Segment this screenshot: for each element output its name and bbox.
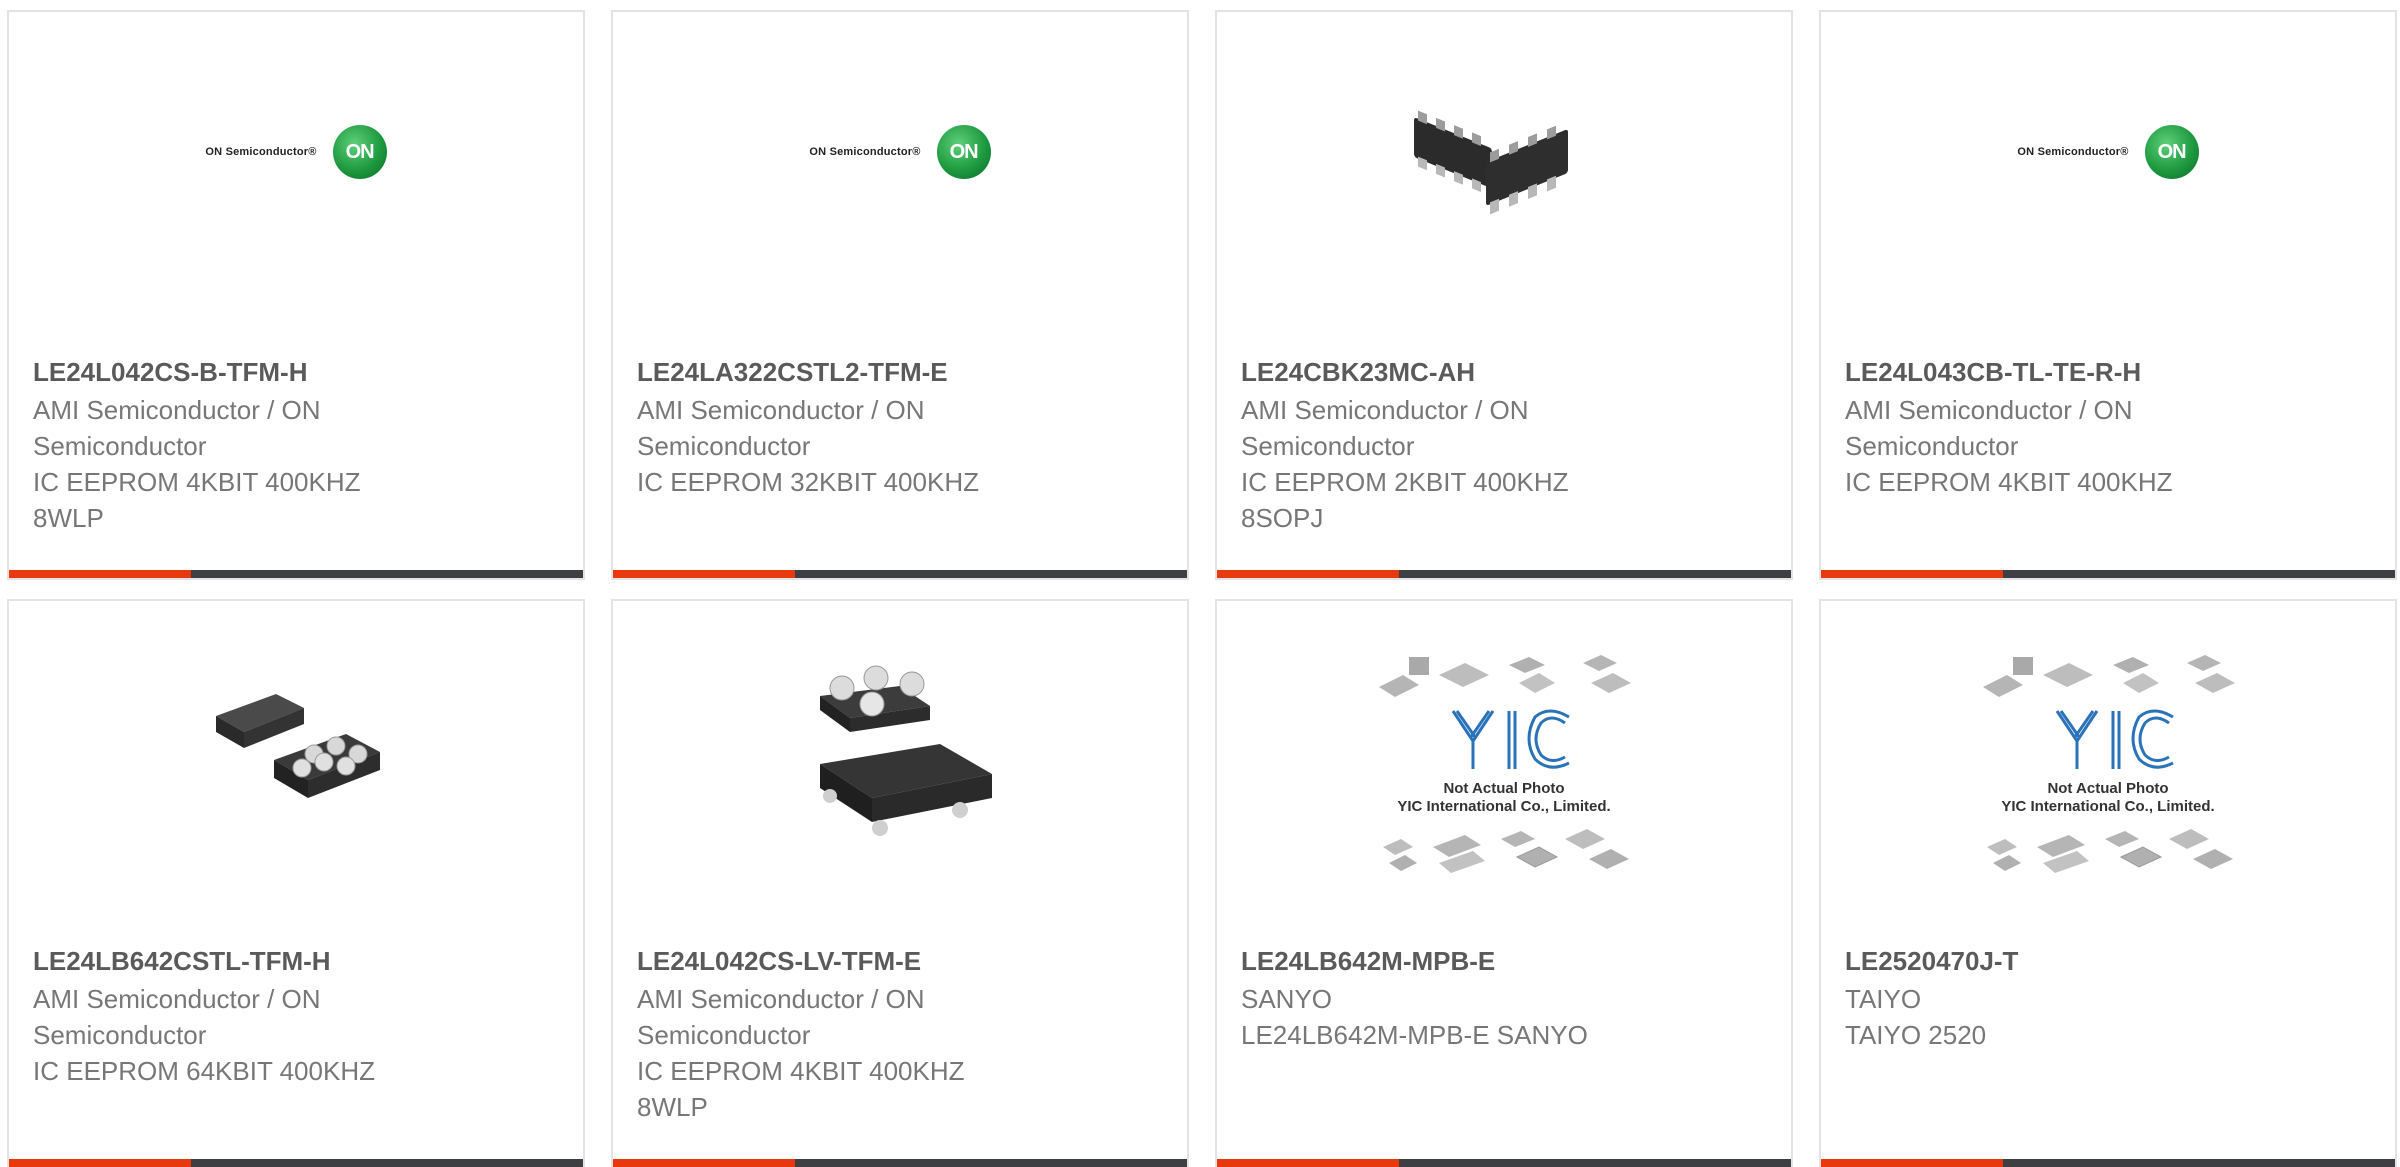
placeholder-line-1: Not Actual Photo: [2047, 780, 2168, 797]
card-accent-bar: [1217, 570, 1399, 578]
description-line-1: IC EEPROM 64KBIT 400KHZ: [33, 1056, 375, 1086]
product-image[interactable]: ON Semiconductor® ON: [9, 12, 583, 352]
product-card[interactable]: Not Actual Photo YIC International Co., …: [1819, 599, 2397, 1167]
product-card[interactable]: ON Semiconductor® ON LE24L042CS-B-TFM-H …: [7, 10, 585, 580]
part-number-link[interactable]: LE24L042CS-B-TFM-H: [33, 354, 559, 390]
manufacturer-line-1: AMI Semiconductor / ON: [637, 984, 925, 1014]
part-number-link[interactable]: LE24L042CS-LV-TFM-E: [637, 943, 1163, 979]
description-line-1: IC EEPROM 4KBIT 400KHZ: [33, 467, 361, 497]
manufacturer-line-1: AMI Semiconductor / ON: [1241, 395, 1529, 425]
product-card[interactable]: LE24LB642CSTL-TFM-H AMI Semiconductor / …: [7, 599, 585, 1167]
card-accent-bar: [613, 570, 795, 578]
product-card[interactable]: Not Actual Photo YIC International Co., …: [1215, 599, 1793, 1167]
manufacturer-line-2: Semiconductor: [637, 1020, 811, 1050]
card-accent-bar: [613, 1159, 795, 1167]
card-accent-bar: [1821, 570, 2003, 578]
product-image[interactable]: ON Semiconductor® ON: [1821, 12, 2395, 352]
description-line-1: TAIYO 2520: [1845, 1020, 1987, 1050]
card-accent-bar: [1217, 1159, 1399, 1167]
on-logo-mark: ON: [332, 125, 387, 179]
description-line-2: 8SOPJ: [1241, 503, 1324, 533]
card-accent-bar: [1821, 1159, 2003, 1167]
product-card[interactable]: ON Semiconductor® ON LE24LA322CSTL2-TFM-…: [611, 10, 1189, 580]
on-semiconductor-logo: ON Semiconductor® ON: [205, 125, 387, 179]
product-card[interactable]: LE24L042CS-LV-TFM-E AMI Semiconductor / …: [611, 599, 1189, 1167]
on-semiconductor-logo: ON Semiconductor® ON: [2017, 125, 2199, 179]
card-bottom-bar: [9, 570, 583, 578]
description-line-1: IC EEPROM 4KBIT 400KHZ: [637, 1056, 965, 1086]
part-number-link[interactable]: LE24LA322CSTL2-TFM-E: [637, 354, 1163, 390]
on-logo-mark: ON: [2144, 125, 2199, 179]
soic-chip-icon: [1404, 67, 1604, 267]
description-line-2: 8WLP: [637, 1092, 708, 1122]
wlp-chip-icon: [196, 656, 396, 856]
card-bottom-bar: [1821, 1159, 2395, 1167]
manufacturer-line-2: Semiconductor: [637, 431, 811, 461]
card-bottom-bar: [1821, 570, 2395, 578]
yic-placeholder-icon: Not Actual Photo YIC International Co., …: [1379, 655, 1631, 873]
description-line-1: IC EEPROM 32KBIT 400KHZ: [637, 467, 979, 497]
card-bottom-bar: [1217, 1159, 1791, 1167]
card-bottom-bar: [613, 1159, 1187, 1167]
manufacturer-line-1: AMI Semiconductor / ON: [33, 984, 321, 1014]
manufacturer-line-2: Semiconductor: [1845, 431, 2019, 461]
card-accent-bar: [9, 570, 191, 578]
description-line-1: LE24LB642M-MPB-E SANYO: [1241, 1020, 1588, 1050]
manufacturer-line-2: Semiconductor: [1241, 431, 1415, 461]
manufacturer-line-1: AMI Semiconductor / ON: [33, 395, 321, 425]
product-grid: ON Semiconductor® ON LE24L042CS-B-TFM-H …: [0, 0, 2400, 1167]
placeholder-line-1: Not Actual Photo: [1443, 780, 1564, 797]
part-number-link[interactable]: LE24L043CB-TL-TE-R-H: [1845, 354, 2371, 390]
part-number-link[interactable]: LE24LB642CSTL-TFM-H: [33, 943, 559, 979]
part-number-link[interactable]: LE24LB642M-MPB-E: [1241, 943, 1767, 979]
wlp-chip-icon: [800, 656, 1000, 856]
product-image[interactable]: [1217, 12, 1791, 352]
card-bottom-bar: [613, 570, 1187, 578]
product-image[interactable]: [613, 601, 1187, 941]
product-card[interactable]: LE24CBK23MC-AH AMI Semiconductor / ON Se…: [1215, 10, 1793, 580]
manufacturer-line-1: TAIYO: [1845, 984, 1922, 1014]
description-line-1: IC EEPROM 2KBIT 400KHZ: [1241, 467, 1569, 497]
product-image[interactable]: Not Actual Photo YIC International Co., …: [1217, 601, 1791, 941]
placeholder-line-2: YIC International Co., Limited.: [2001, 798, 2214, 815]
manufacturer-line-2: Semiconductor: [33, 431, 207, 461]
product-image[interactable]: Not Actual Photo YIC International Co., …: [1821, 601, 2395, 941]
on-logo-mark: ON: [936, 125, 991, 179]
manufacturer-line-1: AMI Semiconductor / ON: [637, 395, 925, 425]
part-number-link[interactable]: LE24CBK23MC-AH: [1241, 354, 1767, 390]
yic-placeholder-icon: Not Actual Photo YIC International Co., …: [1983, 655, 2235, 873]
description-line-1: IC EEPROM 4KBIT 400KHZ: [1845, 467, 2173, 497]
card-accent-bar: [9, 1159, 191, 1167]
product-card[interactable]: ON Semiconductor® ON LE24L043CB-TL-TE-R-…: [1819, 10, 2397, 580]
manufacturer-line-1: AMI Semiconductor / ON: [1845, 395, 2133, 425]
card-bottom-bar: [9, 1159, 583, 1167]
manufacturer-line-2: Semiconductor: [33, 1020, 207, 1050]
on-semiconductor-logo: ON Semiconductor® ON: [809, 125, 991, 179]
manufacturer-line-1: SANYO: [1241, 984, 1333, 1014]
product-image[interactable]: ON Semiconductor® ON: [613, 12, 1187, 352]
placeholder-line-2: YIC International Co., Limited.: [1397, 798, 1610, 815]
card-bottom-bar: [1217, 570, 1791, 578]
description-line-2: 8WLP: [33, 503, 104, 533]
product-image[interactable]: [9, 601, 583, 941]
part-number-link[interactable]: LE2520470J-T: [1845, 943, 2371, 979]
